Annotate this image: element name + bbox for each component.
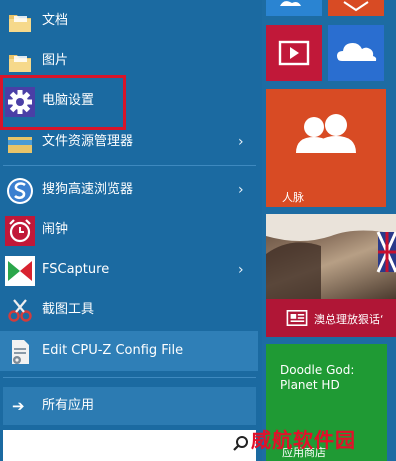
divider xyxy=(3,377,256,378)
start-menu-list: 文档 图片 电脑设置 文件资源管理器 › 搜狗高速浏览器 › 闹钟 FSCapt… xyxy=(0,0,262,461)
cloud-tile[interactable] xyxy=(266,0,322,16)
all-apps-button[interactable]: ➔ 所有应用 xyxy=(3,387,256,425)
people-tile[interactable]: 人脉 xyxy=(266,89,386,207)
mail-icon xyxy=(343,1,369,12)
folder-icon xyxy=(9,15,31,32)
start-item-label: 文件资源管理器 xyxy=(42,134,134,149)
sogou-browser-icon xyxy=(7,178,33,204)
onedrive-tile[interactable] xyxy=(328,25,384,81)
chevron-right-icon[interactable]: › xyxy=(238,250,244,290)
start-item-label: FSCapture xyxy=(42,262,110,277)
start-item-sogou-browser[interactable]: 搜狗高速浏览器 › xyxy=(0,170,258,210)
divider xyxy=(3,165,256,166)
arrow-right-icon: ➔ xyxy=(12,397,25,415)
chevron-right-icon[interactable]: › xyxy=(238,170,244,210)
snipping-tool-icon xyxy=(8,299,32,322)
folder-icon xyxy=(9,55,31,72)
start-item-label: 截图工具 xyxy=(42,302,95,317)
video-tile[interactable] xyxy=(266,25,322,81)
news-caption-bar: 澳总理放狠话‘ xyxy=(266,299,396,337)
search-icon[interactable] xyxy=(232,435,250,453)
news-icon xyxy=(286,310,308,326)
news-photo-shapes xyxy=(266,214,396,299)
chevron-right-icon[interactable]: › xyxy=(238,122,244,162)
onedrive-icon xyxy=(337,43,377,61)
video-icon xyxy=(278,40,310,66)
start-item-file-explorer[interactable]: 文件资源管理器 › xyxy=(0,122,258,162)
tile-area: 人脉 澳总理放狠话‘ Doodle God: Planet HD 应用商店 xyxy=(262,0,396,461)
start-item-alarms[interactable]: 闹钟 xyxy=(0,210,258,250)
news-tile[interactable]: 澳总理放狠话‘ xyxy=(266,214,396,337)
game-tile-title: Doodle God: Planet HD xyxy=(280,363,355,392)
start-item-label: 搜狗高速浏览器 xyxy=(42,182,134,197)
start-item-label: 文档 xyxy=(42,13,69,28)
alarm-clock-icon xyxy=(5,216,35,246)
start-item-fscapture[interactable]: FSCapture › xyxy=(0,250,258,290)
search-input[interactable] xyxy=(7,434,226,458)
news-tile-label: 澳总理放狠话‘ xyxy=(314,313,384,326)
start-item-snipping-tool[interactable]: 截图工具 xyxy=(0,290,258,330)
news-photo xyxy=(266,214,396,299)
fscapture-icon xyxy=(5,256,35,286)
config-file-icon xyxy=(12,340,29,364)
search-box[interactable] xyxy=(3,430,256,461)
watermark: 威航软件园 xyxy=(251,428,356,452)
explorer-icon xyxy=(8,137,32,153)
cloud-icon xyxy=(280,1,301,6)
orange-tile[interactable] xyxy=(328,0,384,16)
start-item-label: Edit CPU-Z Config File xyxy=(42,343,184,358)
start-item-label: 闹钟 xyxy=(42,222,69,237)
people-tile-label: 人脉 xyxy=(282,191,304,204)
start-item-edit-cpuz-config[interactable]: Edit CPU-Z Config File xyxy=(0,331,258,371)
start-item-documents[interactable]: 文档 xyxy=(0,1,258,41)
all-apps-label: 所有应用 xyxy=(42,398,95,413)
